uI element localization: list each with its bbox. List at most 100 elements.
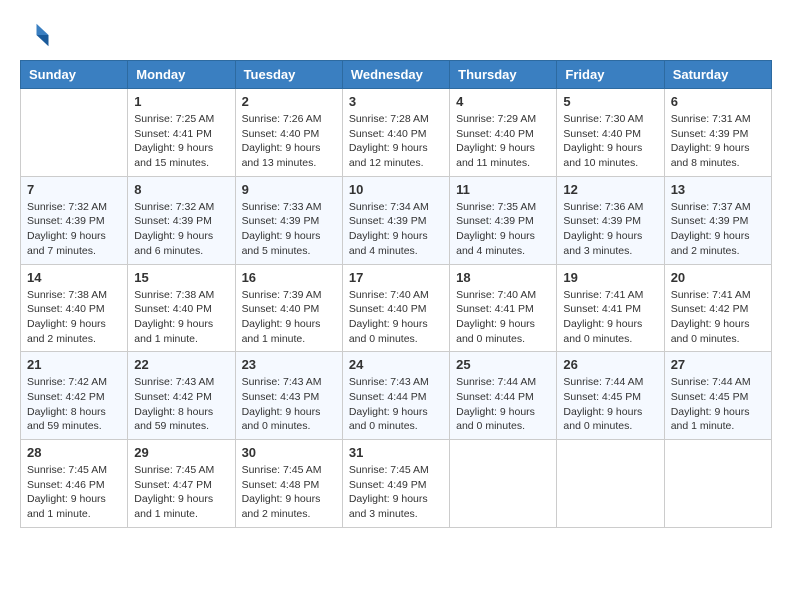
calendar-cell: 20 Sunrise: 7:41 AMSunset: 4:42 PMDayligh… xyxy=(664,264,771,352)
calendar-cell: 14 Sunrise: 7:38 AMSunset: 4:40 PMDayligh… xyxy=(21,264,128,352)
calendar-cell xyxy=(450,440,557,528)
calendar-cell: 15 Sunrise: 7:38 AMSunset: 4:40 PMDayligh… xyxy=(128,264,235,352)
calendar-cell: 5Sunrise: 7:30 AMSunset: 4:40 PMDaylight… xyxy=(557,89,664,177)
day-info: Sunrise: 7:38 AMSunset: 4:40 PMDaylight:… xyxy=(134,288,228,347)
day-number: 7 xyxy=(27,182,121,197)
calendar-cell: 8 Sunrise: 7:32 AMSunset: 4:39 PMDaylight… xyxy=(128,176,235,264)
weekday-header-saturday: Saturday xyxy=(664,61,771,89)
day-number: 31 xyxy=(349,445,443,460)
day-info: Sunrise: 7:40 AMSunset: 4:41 PMDaylight:… xyxy=(456,288,550,347)
calendar-cell: 21 Sunrise: 7:42 AMSunset: 4:42 PMDayligh… xyxy=(21,352,128,440)
day-number: 12 xyxy=(563,182,657,197)
day-info: Sunrise: 7:44 AMSunset: 4:44 PMDaylight:… xyxy=(456,375,550,434)
calendar-cell: 7 Sunrise: 7:32 AMSunset: 4:39 PMDaylight… xyxy=(21,176,128,264)
week-row-3: 14 Sunrise: 7:38 AMSunset: 4:40 PMDayligh… xyxy=(21,264,772,352)
day-info: Sunrise: 7:43 AMSunset: 4:42 PMDaylight:… xyxy=(134,375,228,434)
calendar-cell: 10Sunrise: 7:34 AMSunset: 4:39 PMDayligh… xyxy=(342,176,449,264)
day-info: Sunrise: 7:41 AMSunset: 4:42 PMDaylight:… xyxy=(671,288,765,347)
day-number: 30 xyxy=(242,445,336,460)
day-info: Sunrise: 7:41 AMSunset: 4:41 PMDaylight:… xyxy=(563,288,657,347)
day-number: 4 xyxy=(456,94,550,109)
day-info: Sunrise: 7:26 AMSunset: 4:40 PMDaylight:… xyxy=(242,112,336,171)
day-info: Sunrise: 7:31 AMSunset: 4:39 PMDaylight:… xyxy=(671,112,765,171)
week-row-2: 7 Sunrise: 7:32 AMSunset: 4:39 PMDaylight… xyxy=(21,176,772,264)
calendar-cell xyxy=(21,89,128,177)
day-info: Sunrise: 7:33 AMSunset: 4:39 PMDaylight:… xyxy=(242,200,336,259)
week-row-1: 1 Sunrise: 7:25 AMSunset: 4:41 PMDaylight… xyxy=(21,89,772,177)
weekday-header-row: SundayMondayTuesdayWednesdayThursdayFrid… xyxy=(21,61,772,89)
calendar-cell: 26 Sunrise: 7:44 AMSunset: 4:45 PMDayligh… xyxy=(557,352,664,440)
day-info: Sunrise: 7:44 AMSunset: 4:45 PMDaylight:… xyxy=(563,375,657,434)
day-number: 22 xyxy=(134,357,228,372)
calendar-cell: 24Sunrise: 7:43 AMSunset: 4:44 PMDayligh… xyxy=(342,352,449,440)
calendar-cell: 22 Sunrise: 7:43 AMSunset: 4:42 PMDayligh… xyxy=(128,352,235,440)
day-number: 20 xyxy=(671,270,765,285)
day-info: Sunrise: 7:45 AMSunset: 4:49 PMDaylight:… xyxy=(349,463,443,522)
weekday-header-sunday: Sunday xyxy=(21,61,128,89)
calendar-cell: 2 Sunrise: 7:26 AMSunset: 4:40 PMDaylight… xyxy=(235,89,342,177)
day-number: 6 xyxy=(671,94,765,109)
logo xyxy=(20,20,54,50)
day-info: Sunrise: 7:28 AMSunset: 4:40 PMDaylight:… xyxy=(349,112,443,171)
day-number: 2 xyxy=(242,94,336,109)
day-number: 18 xyxy=(456,270,550,285)
day-info: Sunrise: 7:36 AMSunset: 4:39 PMDaylight:… xyxy=(563,200,657,259)
day-number: 27 xyxy=(671,357,765,372)
day-info: Sunrise: 7:45 AMSunset: 4:48 PMDaylight:… xyxy=(242,463,336,522)
day-info: Sunrise: 7:32 AMSunset: 4:39 PMDaylight:… xyxy=(134,200,228,259)
day-number: 16 xyxy=(242,270,336,285)
calendar-cell: 9 Sunrise: 7:33 AMSunset: 4:39 PMDaylight… xyxy=(235,176,342,264)
day-number: 28 xyxy=(27,445,121,460)
day-info: Sunrise: 7:39 AMSunset: 4:40 PMDaylight:… xyxy=(242,288,336,347)
calendar-cell: 27Sunrise: 7:44 AMSunset: 4:45 PMDayligh… xyxy=(664,352,771,440)
day-info: Sunrise: 7:43 AMSunset: 4:44 PMDaylight:… xyxy=(349,375,443,434)
calendar-cell: 3Sunrise: 7:28 AMSunset: 4:40 PMDaylight… xyxy=(342,89,449,177)
weekday-header-tuesday: Tuesday xyxy=(235,61,342,89)
weekday-header-thursday: Thursday xyxy=(450,61,557,89)
day-info: Sunrise: 7:45 AMSunset: 4:47 PMDaylight:… xyxy=(134,463,228,522)
weekday-header-monday: Monday xyxy=(128,61,235,89)
day-number: 29 xyxy=(134,445,228,460)
day-info: Sunrise: 7:38 AMSunset: 4:40 PMDaylight:… xyxy=(27,288,121,347)
day-number: 8 xyxy=(134,182,228,197)
calendar-cell: 18 Sunrise: 7:40 AMSunset: 4:41 PMDayligh… xyxy=(450,264,557,352)
day-number: 13 xyxy=(671,182,765,197)
day-info: Sunrise: 7:25 AMSunset: 4:41 PMDaylight:… xyxy=(134,112,228,171)
day-number: 23 xyxy=(242,357,336,372)
day-info: Sunrise: 7:35 AMSunset: 4:39 PMDaylight:… xyxy=(456,200,550,259)
week-row-5: 28Sunrise: 7:45 AMSunset: 4:46 PMDayligh… xyxy=(21,440,772,528)
calendar-cell: 12 Sunrise: 7:36 AMSunset: 4:39 PMDayligh… xyxy=(557,176,664,264)
calendar-cell: 31 Sunrise: 7:45 AMSunset: 4:49 PMDayligh… xyxy=(342,440,449,528)
week-row-4: 21 Sunrise: 7:42 AMSunset: 4:42 PMDayligh… xyxy=(21,352,772,440)
calendar-cell: 28Sunrise: 7:45 AMSunset: 4:46 PMDayligh… xyxy=(21,440,128,528)
day-number: 11 xyxy=(456,182,550,197)
calendar-cell: 6 Sunrise: 7:31 AMSunset: 4:39 PMDaylight… xyxy=(664,89,771,177)
calendar-cell: 16 Sunrise: 7:39 AMSunset: 4:40 PMDayligh… xyxy=(235,264,342,352)
day-info: Sunrise: 7:43 AMSunset: 4:43 PMDaylight:… xyxy=(242,375,336,434)
calendar-table: SundayMondayTuesdayWednesdayThursdayFrid… xyxy=(20,60,772,528)
day-number: 9 xyxy=(242,182,336,197)
calendar-cell: 17Sunrise: 7:40 AMSunset: 4:40 PMDayligh… xyxy=(342,264,449,352)
calendar-cell: 25 Sunrise: 7:44 AMSunset: 4:44 PMDayligh… xyxy=(450,352,557,440)
day-number: 14 xyxy=(27,270,121,285)
day-number: 19 xyxy=(563,270,657,285)
calendar-cell xyxy=(557,440,664,528)
calendar-cell: 11 Sunrise: 7:35 AMSunset: 4:39 PMDayligh… xyxy=(450,176,557,264)
day-info: Sunrise: 7:32 AMSunset: 4:39 PMDaylight:… xyxy=(27,200,121,259)
calendar-cell: 23 Sunrise: 7:43 AMSunset: 4:43 PMDayligh… xyxy=(235,352,342,440)
calendar-cell: 4 Sunrise: 7:29 AMSunset: 4:40 PMDaylight… xyxy=(450,89,557,177)
page-header xyxy=(20,20,772,50)
day-number: 1 xyxy=(134,94,228,109)
day-number: 25 xyxy=(456,357,550,372)
day-number: 26 xyxy=(563,357,657,372)
weekday-header-wednesday: Wednesday xyxy=(342,61,449,89)
day-info: Sunrise: 7:40 AMSunset: 4:40 PMDaylight:… xyxy=(349,288,443,347)
day-info: Sunrise: 7:42 AMSunset: 4:42 PMDaylight:… xyxy=(27,375,121,434)
weekday-header-friday: Friday xyxy=(557,61,664,89)
day-number: 21 xyxy=(27,357,121,372)
day-number: 15 xyxy=(134,270,228,285)
calendar-cell: 30 Sunrise: 7:45 AMSunset: 4:48 PMDayligh… xyxy=(235,440,342,528)
calendar-cell xyxy=(664,440,771,528)
calendar-cell: 13Sunrise: 7:37 AMSunset: 4:39 PMDayligh… xyxy=(664,176,771,264)
day-info: Sunrise: 7:29 AMSunset: 4:40 PMDaylight:… xyxy=(456,112,550,171)
